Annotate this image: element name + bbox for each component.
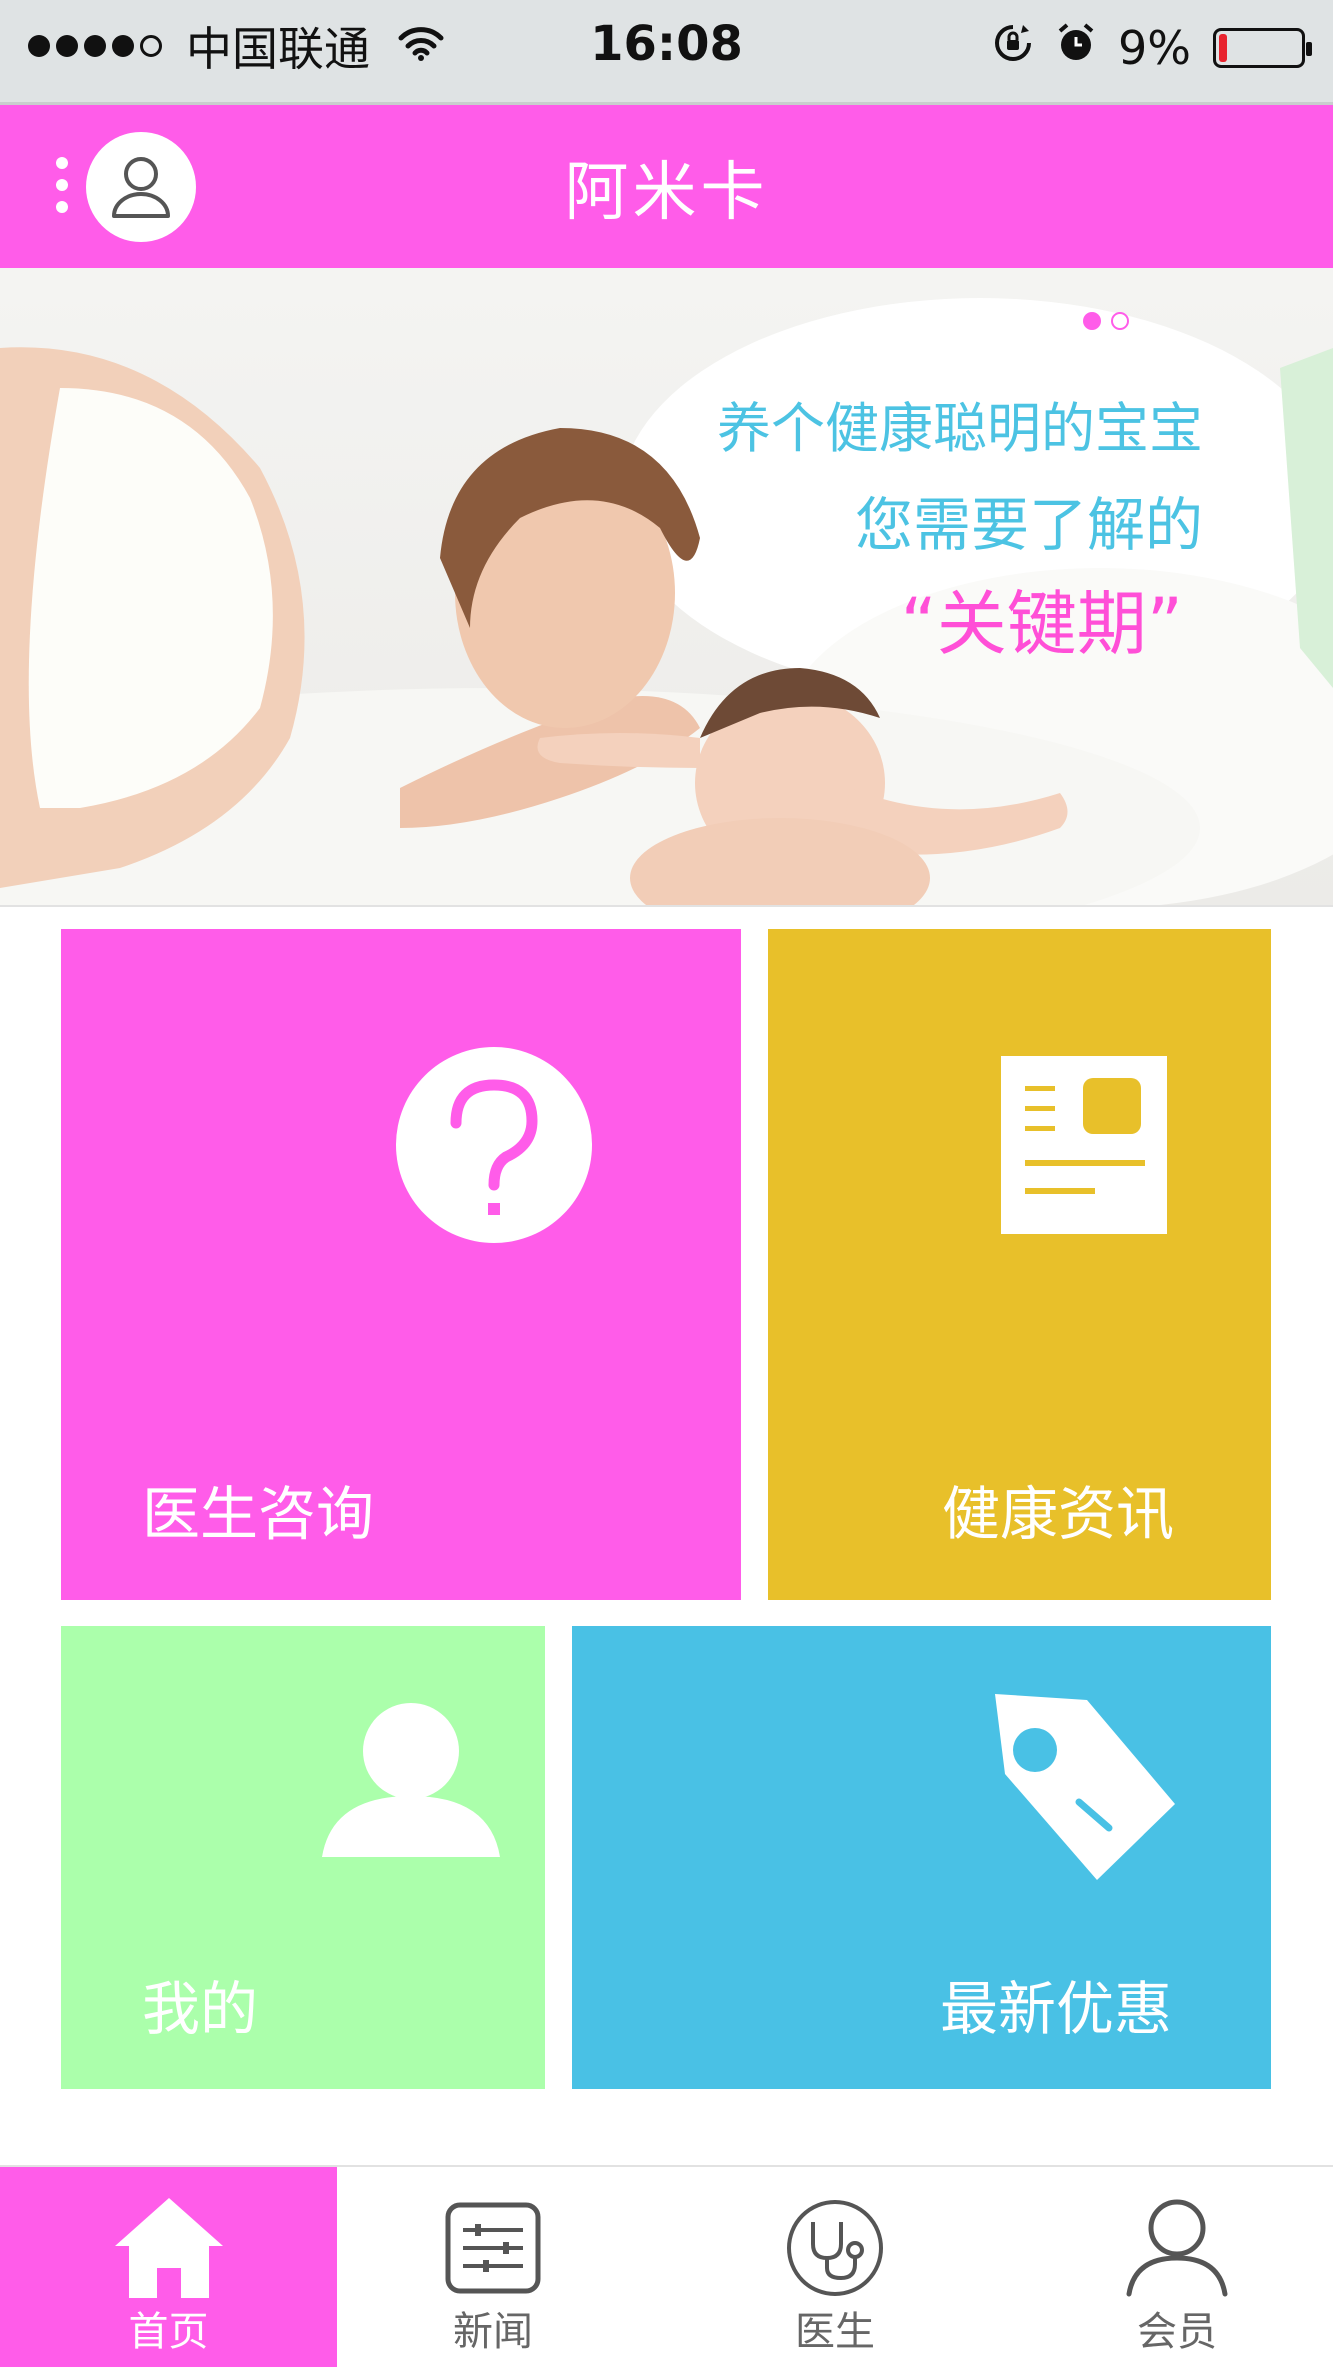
battery-percent: 9% [1118,21,1191,75]
tab-member-label: 会员 [1137,2309,1217,2355]
divider [0,905,1333,929]
tab-home-label: 首页 [128,2309,209,2355]
rotation-lock-icon [992,21,1034,75]
promo-banner[interactable]: 养个健康聪明的宝宝 您需要了解的 “关键期” [0,268,1333,905]
tab-member[interactable]: 会员 [1021,2167,1333,2367]
price-tag-icon [995,1694,1175,1880]
banner-keyword: “关键期” [900,583,1183,665]
status-right: 9% [992,18,1312,78]
home-icon [114,2193,224,2303]
carousel-dot-active[interactable] [1083,312,1101,330]
user-silhouette-icon [322,1703,500,1857]
banner-headline: 养个健康聪明的宝宝 [717,397,1203,460]
member-icon [1122,2193,1232,2303]
carousel-dot[interactable] [1111,312,1129,330]
carousel-indicator[interactable] [1083,312,1129,330]
my-account-tile[interactable]: 我的 [61,1626,545,2089]
stethoscope-icon [780,2193,890,2303]
news-document-icon [1001,1056,1167,1234]
doctor-consult-label: 医生咨询 [142,1480,375,1548]
tab-news-label: 新闻 [453,2309,533,2355]
alarm-icon [1056,21,1096,75]
doctor-consult-tile[interactable]: 医生咨询 [61,929,741,1600]
tab-home[interactable]: 首页 [0,2167,337,2367]
battery-icon [1213,28,1312,68]
latest-deals-tile[interactable]: 最新优惠 [572,1626,1271,2089]
news-sliders-icon [438,2193,548,2303]
tab-doctor[interactable]: 医生 [679,2167,991,2367]
health-news-tile[interactable]: 健康资讯 [768,929,1271,1600]
my-account-label: 我的 [142,1975,259,2043]
tab-doctor-label: 医生 [795,2309,875,2355]
question-icon [396,1047,592,1243]
bottom-tab-bar: 首页 新闻 医生 会员 [0,2165,1333,2367]
app-header: 阿米卡 [0,105,1333,268]
status-bar: 中国联通 16:08 9% [0,0,1333,105]
tab-news[interactable]: 新闻 [337,2167,649,2367]
latest-deals-label: 最新优惠 [940,1975,1173,2043]
health-news-label: 健康资讯 [942,1480,1175,1548]
page-title: 阿米卡 [564,156,769,230]
banner-subline: 您需要了解的 [854,491,1203,559]
battery-level [1219,34,1227,62]
